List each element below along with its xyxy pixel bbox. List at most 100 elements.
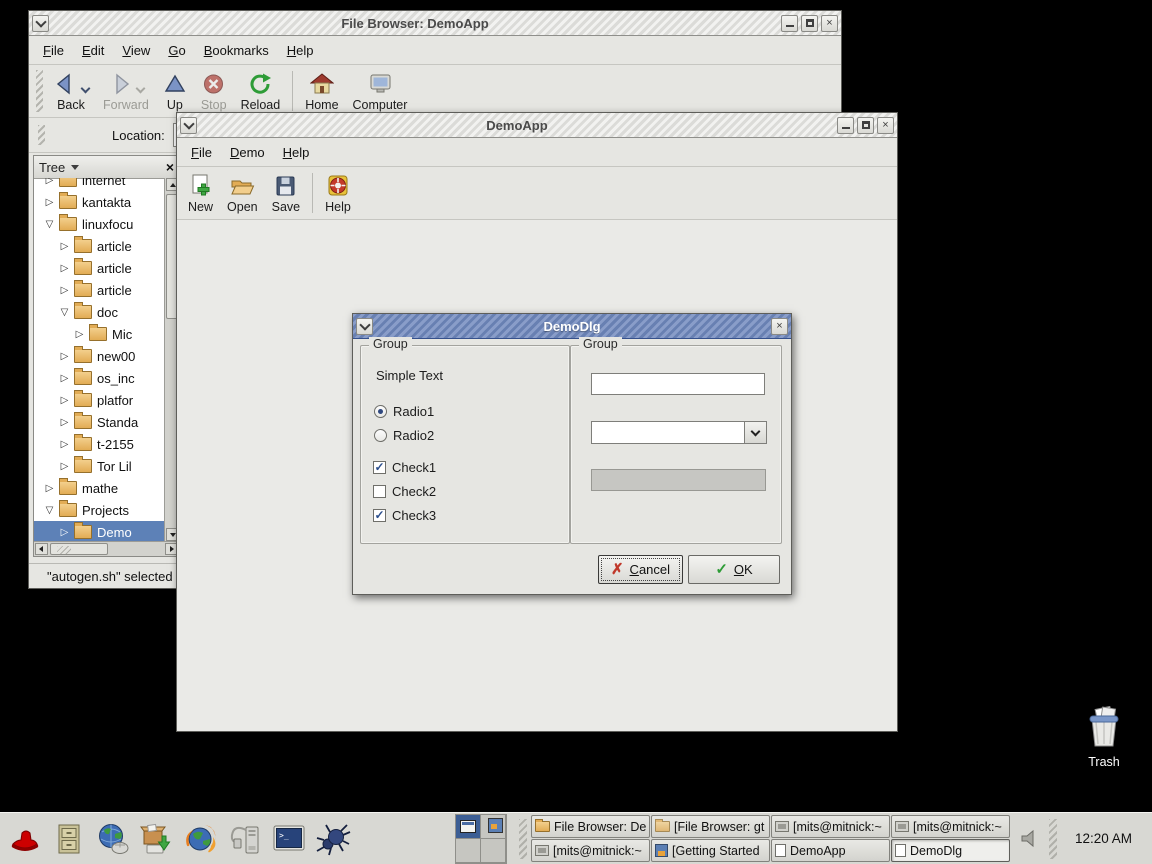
radio-selected-icon[interactable] [374, 405, 387, 418]
taskbar-button-terminal-1[interactable]: [mits@mitnick:~ [771, 815, 890, 838]
checkbox-icon[interactable] [373, 485, 386, 498]
close-button[interactable]: × [877, 117, 894, 134]
close-button[interactable]: × [771, 318, 788, 335]
ok-button[interactable]: ✓ OK [688, 555, 780, 584]
tree-pane-header[interactable]: Tree × [34, 156, 179, 179]
demodlg-titlebar[interactable]: DemoDlg × [353, 314, 791, 339]
tree-item[interactable]: linuxfocu [34, 213, 164, 235]
menu-view[interactable]: View [113, 39, 159, 62]
file-browser-titlebar[interactable]: File Browser: DemoApp × [29, 11, 841, 36]
taskbar-button-demodlg[interactable]: DemoDlg [891, 839, 1010, 862]
mozilla-browser-launcher[interactable] [182, 819, 220, 859]
tree-item[interactable]: new00 [34, 345, 164, 367]
close-button[interactable]: × [821, 15, 838, 32]
home-button[interactable]: Home [298, 68, 345, 114]
tree-item[interactable]: internet [34, 178, 164, 191]
trash-desktop-icon[interactable]: Trash [1076, 706, 1132, 769]
workspace-4[interactable] [481, 839, 505, 862]
hardware-browser-launcher[interactable] [226, 819, 264, 859]
forward-button[interactable]: Forward [96, 68, 156, 114]
maximize-button[interactable] [857, 117, 874, 134]
computer-button[interactable]: Computer [346, 68, 415, 114]
scroll-left-arrow[interactable] [35, 543, 48, 555]
taskbar-button-terminal-3[interactable]: [mits@mitnick:~ [531, 839, 650, 862]
expander-icon[interactable] [58, 439, 71, 450]
workspace-switcher[interactable] [455, 814, 507, 864]
checkbox-checked-icon[interactable] [373, 509, 386, 522]
stop-button[interactable]: Stop [194, 68, 234, 114]
expander-icon[interactable] [58, 461, 71, 472]
expander-icon[interactable] [43, 197, 56, 208]
menu-demo[interactable]: Demo [221, 141, 274, 164]
expander-icon[interactable] [58, 417, 71, 428]
expander-icon[interactable] [58, 285, 71, 296]
taskbar-button-file-browser-min[interactable]: [File Browser: gt [651, 815, 770, 838]
package-installer-launcher[interactable] [138, 819, 176, 859]
location-bar-handle[interactable] [38, 125, 45, 145]
tree-item-selected[interactable]: Demo [34, 521, 164, 541]
tree-item[interactable]: t-2155 [34, 433, 164, 455]
workspace-3[interactable] [456, 839, 480, 862]
expander-icon[interactable] [58, 241, 71, 252]
expander-icon[interactable] [58, 373, 71, 384]
maximize-button[interactable] [801, 15, 818, 32]
radio-icon[interactable] [374, 429, 387, 442]
toolbar-handle[interactable] [36, 70, 43, 112]
tree-item[interactable]: platfor [34, 389, 164, 411]
expander-icon[interactable] [58, 395, 71, 406]
radio2-option[interactable]: Radio2 [374, 428, 434, 443]
taskbar-button-getting-started[interactable]: [Getting Started [651, 839, 770, 862]
tree-item[interactable]: article [34, 257, 164, 279]
menu-go[interactable]: Go [159, 39, 194, 62]
minimize-button[interactable] [837, 117, 854, 134]
tree-item[interactable]: Projects [34, 499, 164, 521]
open-button[interactable]: Open [220, 170, 265, 216]
text-field[interactable] [591, 373, 765, 395]
checkbox-checked-icon[interactable] [373, 461, 386, 474]
window-list-handle[interactable] [519, 819, 527, 859]
new-button[interactable]: New [181, 170, 220, 216]
expander-icon[interactable] [58, 307, 71, 318]
bug-tool-launcher[interactable] [314, 819, 352, 859]
clock[interactable]: 12:20 AM [1075, 831, 1132, 846]
menu-edit[interactable]: Edit [73, 39, 113, 62]
tree-item[interactable]: article [34, 235, 164, 257]
window-menu-button[interactable] [32, 15, 49, 32]
minimize-button[interactable] [781, 15, 798, 32]
web-browser-launcher[interactable] [94, 819, 132, 859]
demoapp-titlebar[interactable]: DemoApp × [177, 113, 897, 138]
menu-file[interactable]: File [34, 39, 73, 62]
window-menu-button[interactable] [356, 318, 373, 335]
check2-option[interactable]: Check2 [373, 484, 436, 499]
redhat-menu-launcher[interactable] [6, 819, 44, 859]
menu-file[interactable]: File [182, 141, 221, 164]
tree-horizontal-scrollbar[interactable] [34, 541, 179, 556]
expander-icon[interactable] [58, 527, 71, 538]
expander-icon[interactable] [73, 329, 86, 340]
tree-item[interactable]: Standa [34, 411, 164, 433]
expander-icon[interactable] [58, 263, 71, 274]
combo-box-field[interactable] [591, 421, 745, 444]
taskbar-button-file-browser[interactable]: File Browser: De [531, 815, 650, 838]
check3-option[interactable]: Check3 [373, 508, 436, 523]
scrollbar-thumb[interactable] [50, 543, 108, 555]
back-dropdown-icon[interactable] [81, 84, 91, 94]
expander-icon[interactable] [43, 505, 56, 516]
save-button[interactable]: Save [265, 170, 308, 216]
radio1-option[interactable]: Radio1 [374, 404, 434, 419]
taskbar-button-terminal-2[interactable]: [mits@mitnick:~ [891, 815, 1010, 838]
taskbar-button-demoapp[interactable]: DemoApp [771, 839, 890, 862]
tree-item[interactable]: article [34, 279, 164, 301]
cancel-button[interactable]: ✗ Cancel [598, 555, 683, 584]
tree-item[interactable]: kantakta [34, 191, 164, 213]
check1-option[interactable]: Check1 [373, 460, 436, 475]
file-manager-launcher[interactable] [50, 819, 88, 859]
menu-help[interactable]: Help [274, 141, 319, 164]
clock-handle[interactable] [1049, 819, 1057, 859]
tree-pane-dropdown-icon[interactable] [71, 165, 79, 170]
expander-icon[interactable] [43, 483, 56, 494]
menu-help[interactable]: Help [278, 39, 323, 62]
up-button[interactable]: Up [156, 68, 194, 114]
expander-icon[interactable] [43, 178, 56, 186]
menu-bookmarks[interactable]: Bookmarks [195, 39, 278, 62]
